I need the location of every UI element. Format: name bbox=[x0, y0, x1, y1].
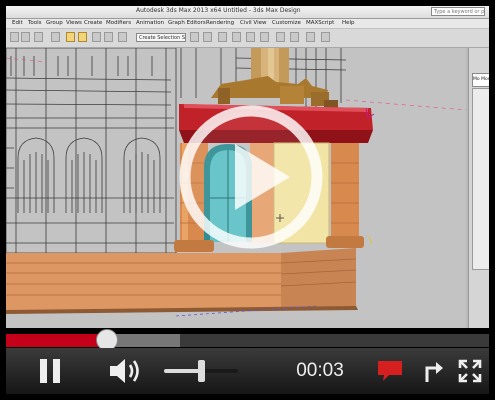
fullscreen-icon bbox=[458, 359, 482, 383]
control-bar: 00:03 bbox=[0, 328, 495, 400]
link-icon bbox=[34, 32, 43, 42]
chat-icon bbox=[378, 361, 402, 381]
volume-fill bbox=[164, 369, 201, 373]
select-region-icon bbox=[66, 32, 75, 42]
menu-item-civil-view: Civil View bbox=[240, 20, 267, 26]
layer-icon bbox=[218, 32, 227, 42]
volume-handle[interactable] bbox=[198, 360, 205, 382]
schematic-icon bbox=[246, 32, 255, 42]
play-button[interactable] bbox=[178, 104, 324, 250]
menu-item-customize: Customize bbox=[272, 20, 301, 26]
menu-item-edit: Edit bbox=[12, 20, 23, 26]
volume-slider[interactable] bbox=[164, 360, 238, 382]
progress-played bbox=[6, 334, 108, 347]
menu-item-views: Views bbox=[66, 20, 82, 26]
video-frame[interactable]: Autodesk 3ds Max 2013 x64 Untitled - 3ds… bbox=[6, 6, 489, 328]
render-icon bbox=[306, 32, 315, 42]
scale-icon bbox=[104, 32, 113, 42]
menu-bar: Edit Tools Group Views Create Modifiers … bbox=[6, 19, 489, 29]
render-setup-icon bbox=[276, 32, 285, 42]
play-icon bbox=[179, 105, 323, 249]
material-editor-icon bbox=[260, 32, 269, 42]
menu-item-modifiers: Modifiers bbox=[106, 20, 132, 26]
menu-item-group: Group bbox=[46, 20, 63, 26]
select-icon bbox=[51, 32, 60, 42]
command-panel: Mo Mod bbox=[468, 48, 489, 328]
share-button[interactable] bbox=[420, 348, 448, 394]
menu-item-graph-editors: Graph Editors bbox=[168, 20, 206, 26]
menu-item-tools: Tools bbox=[28, 20, 42, 26]
move-icon bbox=[78, 32, 87, 42]
teapot-icon bbox=[321, 32, 330, 42]
share-icon bbox=[425, 362, 443, 382]
selection-set-dropdown: Create Selection Se bbox=[136, 33, 186, 42]
menu-item-create: Create bbox=[84, 20, 103, 26]
snap-icon bbox=[118, 32, 127, 42]
button-row: 00:03 bbox=[6, 348, 489, 394]
fullscreen-button[interactable] bbox=[454, 348, 486, 394]
app-title: Autodesk 3ds Max 2013 x64 Untitled - 3ds… bbox=[136, 7, 301, 14]
volume-button[interactable] bbox=[104, 348, 148, 394]
volume-icon bbox=[110, 359, 139, 383]
menu-item-rendering: Rendering bbox=[206, 20, 235, 26]
app-toolbar: Create Selection Se bbox=[6, 29, 489, 48]
redo-icon bbox=[21, 32, 30, 42]
render-frame-icon bbox=[290, 32, 299, 42]
curve-editor-icon bbox=[232, 32, 241, 42]
app-title-bar: Autodesk 3ds Max 2013 x64 Untitled - 3ds… bbox=[6, 6, 489, 19]
video-player: Autodesk 3ds Max 2013 x64 Untitled - 3ds… bbox=[0, 0, 495, 400]
progress-bar[interactable] bbox=[6, 329, 489, 351]
undo-icon bbox=[10, 32, 19, 42]
rotate-icon bbox=[92, 32, 101, 42]
mirror-icon bbox=[190, 32, 199, 42]
pause-icon bbox=[40, 359, 60, 383]
pause-button[interactable] bbox=[28, 348, 72, 394]
modify-panel-tab: Mo Mod bbox=[472, 73, 489, 87]
menu-item-maxscript: MAXScript bbox=[306, 20, 335, 26]
menu-item-animation: Animation bbox=[136, 20, 165, 26]
chat-button[interactable] bbox=[372, 348, 408, 394]
panel-rollout bbox=[472, 88, 489, 270]
help-search-field: Type a keyword or phrase bbox=[431, 7, 485, 16]
menu-item-help: Help bbox=[342, 20, 355, 26]
time-display: 00:03 bbox=[296, 360, 344, 381]
align-icon bbox=[203, 32, 212, 42]
